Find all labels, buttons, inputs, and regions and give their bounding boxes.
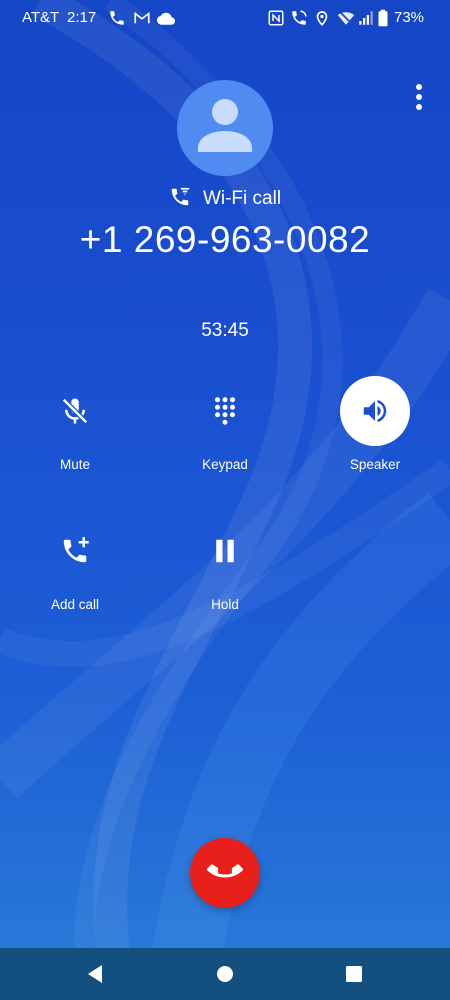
home-icon[interactable] (211, 960, 239, 988)
battery-percent: 73% (394, 9, 425, 26)
status-bar: AT&T 2:17 73% (0, 0, 450, 36)
phone-number: +1 269-963-0082 (79, 219, 371, 260)
mute-button[interactable]: Mute (15, 376, 135, 486)
speaker-icon (363, 400, 387, 422)
hold-button[interactable]: Hold (165, 516, 285, 626)
cell-signal-icon (359, 11, 373, 25)
status-time: 2:17 (67, 9, 97, 26)
keypad-icon-wrap (190, 376, 260, 446)
more-options-icon[interactable] (408, 82, 430, 114)
add-call-icon (63, 537, 89, 563)
carrier-name: AT&T (22, 9, 60, 26)
person-icon (198, 99, 252, 152)
call-timer: 53:45 (201, 320, 249, 341)
call-type-row: Wi-Fi call (0, 186, 450, 212)
end-call-icon (207, 864, 243, 878)
keypad-button[interactable]: Keypad (165, 376, 285, 486)
pause-icon (216, 539, 234, 563)
location-icon (316, 11, 328, 26)
navigation-bar (0, 948, 450, 1000)
mute-label: Mute (59, 457, 90, 472)
add-call-icon-wrap (40, 516, 110, 586)
recents-icon[interactable] (340, 960, 368, 988)
nfc-icon (268, 10, 284, 26)
hold-icon-wrap (190, 516, 260, 586)
add-call-label: Add call (50, 597, 100, 612)
wifi-call-icon (171, 187, 190, 206)
end-call-button[interactable] (190, 838, 260, 908)
keypad-label: Keypad (202, 457, 248, 472)
phone-icon (110, 11, 124, 25)
wifi-calling-icon (292, 10, 307, 25)
wifi-signal-icon (337, 11, 355, 25)
contact-avatar (177, 80, 273, 176)
battery-icon (378, 9, 388, 27)
speaker-label: Speaker (349, 457, 401, 472)
mic-off-icon (61, 397, 89, 425)
mute-icon-wrap (40, 376, 110, 446)
call-type-label: Wi-Fi call (202, 188, 282, 209)
back-icon[interactable] (82, 960, 110, 988)
dialpad-icon (215, 397, 235, 425)
speaker-button[interactable]: Speaker (315, 376, 435, 486)
cloud-icon (157, 12, 175, 25)
speaker-icon-wrap (340, 376, 410, 446)
hold-label: Hold (211, 597, 239, 612)
add-call-button[interactable]: Add call (15, 516, 135, 626)
gmail-icon (134, 11, 150, 24)
